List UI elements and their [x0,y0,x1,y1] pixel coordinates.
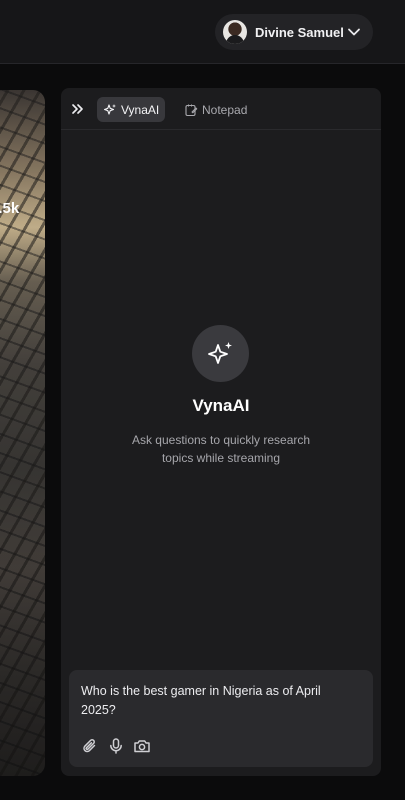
chevron-down-icon [348,28,360,36]
user-name: Divine Samuel [255,24,344,40]
sparkles-icon [207,341,232,364]
viewer-count: 3.5k [0,200,20,217]
ai-logo-icon [192,325,249,382]
sparkles-icon [103,103,116,115]
stream-video[interactable]: 3.5k [0,90,45,776]
panel-header: VynaAI Notepad [61,88,381,130]
tab-vynaai[interactable]: VynaAI [97,97,166,122]
chat-input[interactable]: Who is the best gamer in Nigeria as of A… [81,682,351,720]
tab-label: Notepad [202,102,248,117]
tab-notepad[interactable]: Notepad [178,97,253,122]
microphone-icon[interactable] [107,737,125,755]
empty-state-title: VynaAI [192,396,250,415]
tab-label: VynaAI [121,102,160,117]
top-bar: Divine Samuel [0,0,405,64]
chat-composer[interactable]: Who is the best gamer in Nigeria as of A… [69,670,373,767]
attachment-icon[interactable] [81,737,99,755]
camera-icon[interactable] [133,737,151,755]
user-menu-button[interactable]: Divine Samuel [215,14,373,50]
empty-state-subtitle: Ask questions to quickly research topics… [131,433,311,465]
ai-side-panel: VynaAI Notepad VynaAI Ask questions to q… [61,88,381,776]
avatar [223,20,247,44]
collapse-panel-icon[interactable] [69,100,87,118]
notepad-icon [185,104,198,116]
